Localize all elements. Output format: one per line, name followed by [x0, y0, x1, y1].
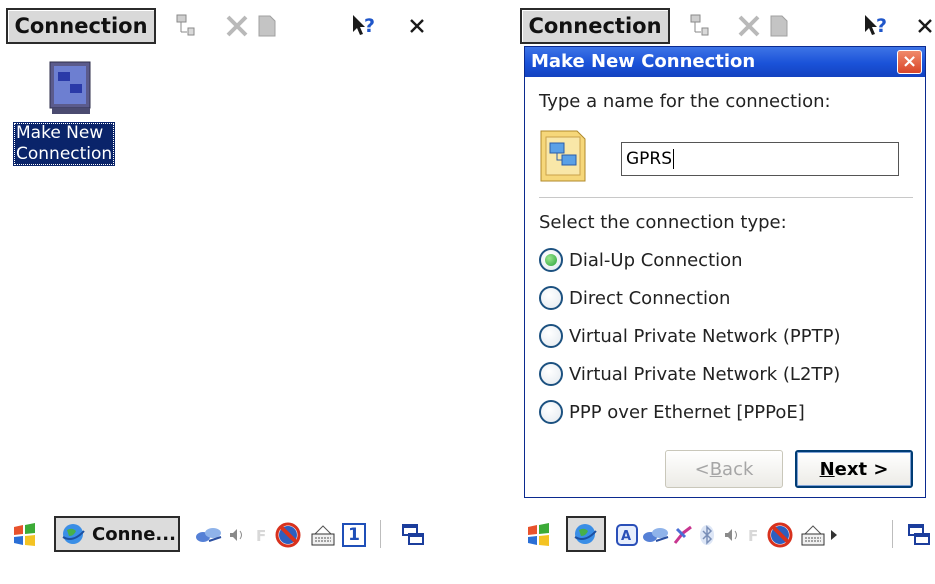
close-icon[interactable]	[910, 12, 935, 40]
connection-icon	[539, 127, 587, 183]
network-status-icon[interactable]	[642, 520, 670, 550]
radio-button[interactable]	[539, 286, 563, 310]
divider	[539, 197, 913, 198]
option-direct[interactable]: Direct Connection	[539, 285, 730, 311]
delete-icon[interactable]	[734, 12, 764, 40]
network-status-icon[interactable]	[194, 520, 224, 550]
function-key-icon[interactable]: F	[744, 520, 764, 550]
sync-status-icon[interactable]	[766, 520, 796, 550]
keypad-number-indicator[interactable]: 1	[340, 520, 368, 550]
name-prompt: Type a name for the connection:	[539, 91, 831, 112]
shortcut-label: Make New Connection	[13, 122, 116, 166]
next-button[interactable]: Next >	[795, 450, 913, 488]
keyboard-icon[interactable]	[798, 520, 828, 550]
option-label: Direct Connection	[569, 287, 731, 309]
close-icon[interactable]	[402, 12, 432, 40]
globe-icon	[62, 524, 85, 544]
keyboard-icon[interactable]	[308, 520, 338, 550]
connection-menu-button[interactable]: Connection	[520, 8, 670, 44]
tray-expand-icon[interactable]	[828, 520, 840, 550]
connectivity-icon[interactable]	[670, 520, 696, 550]
radio-button[interactable]	[539, 362, 563, 386]
toolbar: Connection ?	[0, 0, 452, 50]
radio-button[interactable]	[539, 248, 563, 272]
make-new-connection-shortcut[interactable]: Make New Connection	[13, 60, 137, 166]
input-method-icon[interactable]: A	[614, 520, 640, 550]
taskbar-connection-button[interactable]	[566, 516, 606, 552]
delete-icon[interactable]	[222, 12, 252, 40]
svg-text:?: ?	[876, 15, 887, 37]
taskbar-task-label: Conne...	[92, 523, 176, 545]
connection-name-input[interactable]: GPRS	[621, 142, 899, 176]
connections-window-right: Connection ? Make New Connection × Type …	[514, 0, 935, 584]
option-pppoe[interactable]: PPP over Ethernet [PPPoE]	[539, 399, 805, 425]
taskbar: A F	[514, 514, 935, 554]
bluetooth-icon[interactable]	[696, 520, 718, 550]
option-vpn-pptp[interactable]: Virtual Private Network (PPTP)	[539, 323, 841, 349]
volume-icon[interactable]	[226, 520, 248, 550]
make-new-connection-dialog: Make New Connection × Type a name for th…	[524, 46, 926, 498]
desktop-switch-icon[interactable]	[906, 520, 932, 550]
svg-text:A: A	[621, 529, 631, 544]
network-properties-icon[interactable]	[172, 12, 202, 40]
back-button[interactable]: < Back	[665, 450, 783, 488]
new-connection-icon	[46, 60, 98, 116]
network-properties-icon[interactable]	[686, 12, 716, 40]
option-label: PPP over Ethernet [PPPoE]	[569, 401, 805, 423]
globe-icon	[574, 524, 597, 544]
properties-icon[interactable]	[764, 12, 794, 40]
svg-text:F: F	[748, 527, 758, 545]
option-label: Virtual Private Network (L2TP)	[569, 363, 841, 385]
connections-window-left: Connection ? Make New Connection Conne..…	[0, 0, 452, 584]
taskbar: Conne... F 1	[0, 514, 452, 554]
radio-button[interactable]	[539, 324, 563, 348]
volume-icon[interactable]	[722, 520, 742, 550]
dialog-title: Make New Connection	[525, 47, 925, 77]
function-key-icon[interactable]: F	[252, 520, 272, 550]
properties-icon[interactable]	[252, 12, 282, 40]
option-label: Dial-Up Connection	[569, 249, 743, 271]
svg-text:F: F	[256, 527, 266, 545]
dialog-close-button[interactable]: ×	[897, 50, 922, 74]
start-icon[interactable]	[6, 520, 42, 550]
option-label: Virtual Private Network (PPTP)	[569, 325, 841, 347]
toolbar: Connection ?	[514, 0, 935, 50]
keypad-number-label: 1	[342, 523, 366, 547]
type-prompt: Select the connection type:	[539, 212, 787, 233]
option-dial-up[interactable]: Dial-Up Connection	[539, 247, 743, 273]
option-vpn-l2tp[interactable]: Virtual Private Network (L2TP)	[539, 361, 840, 387]
radio-button[interactable]	[539, 400, 563, 424]
help-icon[interactable]: ?	[350, 12, 380, 40]
desktop-switch-icon[interactable]	[398, 520, 428, 550]
help-icon[interactable]: ?	[862, 12, 892, 40]
connection-menu-button[interactable]: Connection	[6, 8, 156, 44]
taskbar-connection-button[interactable]: Conne...	[54, 516, 180, 552]
start-icon[interactable]	[520, 520, 556, 550]
svg-text:?: ?	[364, 15, 375, 37]
sync-status-icon[interactable]	[274, 520, 304, 550]
